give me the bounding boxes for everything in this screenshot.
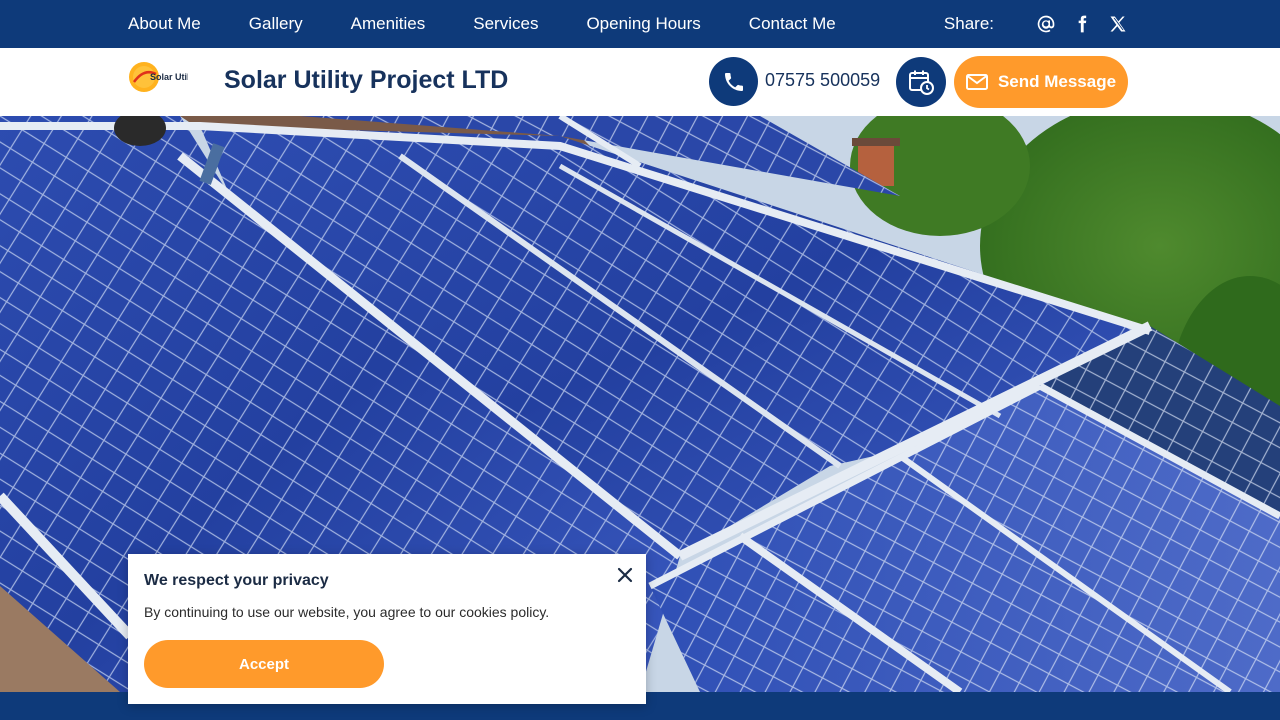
site-logo[interactable]: Solar Utility	[128, 60, 200, 94]
facebook-icon[interactable]	[1072, 14, 1092, 34]
nav-gallery[interactable]: Gallery	[249, 14, 303, 34]
site-title[interactable]: Solar Utility Project LTD	[224, 66, 508, 95]
nav-services[interactable]: Services	[473, 14, 538, 34]
x-icon[interactable]	[1108, 14, 1128, 34]
phone-icon	[724, 72, 743, 91]
nav-opening-hours[interactable]: Opening Hours	[586, 14, 700, 34]
send-message-button[interactable]: Send Message	[954, 56, 1128, 108]
top-nav-bar: About Me Gallery Amenities Services Open…	[0, 0, 1280, 48]
nav-amenities[interactable]: Amenities	[351, 14, 426, 34]
booking-button[interactable]	[896, 57, 946, 107]
share-group: Share:	[944, 0, 1128, 48]
envelope-icon	[965, 74, 988, 90]
send-message-label: Send Message	[997, 72, 1117, 91]
cookie-text: By continuing to use our website, you ag…	[144, 604, 550, 620]
main-nav: About Me Gallery Amenities Services Open…	[128, 0, 884, 48]
at-icon[interactable]	[1036, 14, 1056, 34]
site-header: Solar Utility Solar Utility Project LTD …	[0, 48, 1280, 116]
cookie-title: We respect your privacy	[144, 572, 329, 589]
phone-number[interactable]: 07575 500059	[765, 70, 880, 91]
phone-button[interactable]	[709, 57, 758, 106]
cookie-dialog: We respect your privacy By continuing to…	[128, 554, 646, 704]
accept-button[interactable]: Accept	[144, 640, 384, 688]
logo-text: Solar Utility	[150, 72, 188, 82]
nav-contact-me[interactable]: Contact Me	[749, 14, 836, 34]
share-label: Share:	[943, 14, 994, 33]
nav-about-me[interactable]: About Me	[128, 14, 201, 34]
close-icon[interactable]	[614, 564, 636, 586]
calendar-clock-icon	[909, 70, 934, 95]
